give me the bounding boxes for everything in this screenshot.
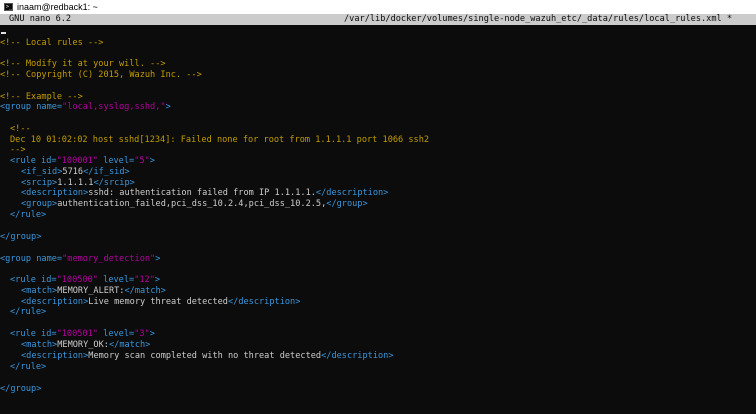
window-titlebar[interactable]: >_ inaam@redback1: ~ — [0, 0, 756, 14]
nano-version: GNU nano 6.2 — [9, 14, 72, 24]
code-line: </rule> — [10, 362, 47, 372]
code-line: </rule> — [10, 210, 47, 220]
terminal-icon: >_ — [4, 3, 13, 11]
window-title: inaam@redback1: ~ — [17, 2, 98, 12]
code-line: <group name="local,syslog,sshd,"> — [0, 102, 171, 112]
code-line: <!-- Example --> — [0, 92, 83, 102]
code-line: <rule id="100501" level="3"> — [10, 329, 155, 339]
code-line: </group> — [0, 232, 42, 242]
code-line: <description>Memory scan completed with … — [21, 351, 394, 361]
code-line: <!-- — [10, 124, 31, 134]
code-line: <rule id="100500" level="12"> — [10, 275, 161, 285]
text-cursor — [1, 32, 6, 34]
code-line: <group>authentication_failed,pci_dss_10.… — [21, 199, 368, 209]
code-line: <description>sshd: authentication failed… — [21, 188, 389, 198]
code-line: <match>MEMORY_ALERT:</match> — [21, 286, 166, 296]
code-line: --> — [10, 145, 26, 155]
code-line: <group name="memory_detection"> — [0, 254, 161, 264]
nano-header-bar: GNU nano 6.2 /var/lib/docker/volumes/sin… — [0, 14, 756, 25]
code-line: Dec 10 01:02:02 host sshd[1234]: Failed … — [10, 135, 430, 145]
code-line: <srcip>1.1.1.1</srcip> — [21, 178, 135, 188]
code-line: <!-- Local rules --> — [0, 38, 104, 48]
code-line: <!-- Copyright (C) 2015, Wazuh Inc. --> — [0, 70, 202, 80]
code-line: </rule> — [10, 307, 47, 317]
nano-filename: /var/lib/docker/volumes/single-node_wazu… — [344, 14, 733, 24]
code-line: <description>Live memory threat detected… — [21, 297, 301, 307]
code-line: <rule id="100001" level="5"> — [10, 156, 155, 166]
code-line: <!-- Modify it at your will. --> — [0, 59, 166, 69]
code-line: </group> — [0, 384, 42, 394]
code-line: <match>MEMORY_OK:</match> — [21, 340, 151, 350]
code-line: <if_sid>5716</if_sid> — [21, 167, 130, 177]
